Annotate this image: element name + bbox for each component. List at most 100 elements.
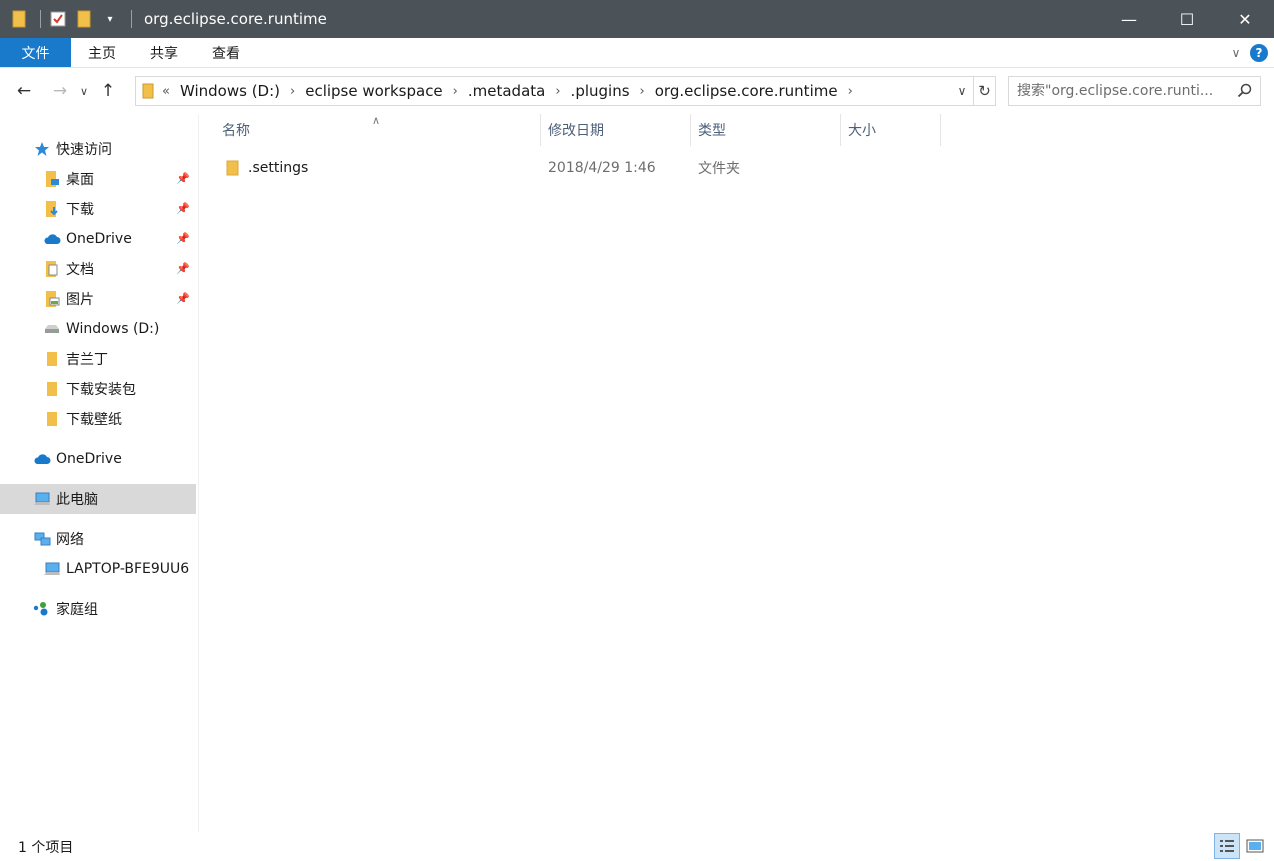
breadcrumb-overflow[interactable]: «	[160, 84, 176, 99]
window-controls: — ☐ ✕	[1100, 0, 1274, 38]
sidebar-item-pictures[interactable]: 图片 📌	[0, 284, 196, 314]
maximize-button[interactable]: ☐	[1158, 0, 1216, 38]
sidebar-item-label: OneDrive	[66, 231, 132, 247]
tab-file[interactable]: 文件	[0, 38, 71, 67]
breadcrumb-item[interactable]: org.eclipse.core.runtime	[651, 82, 842, 100]
breadcrumb-item[interactable]: eclipse workspace	[301, 82, 446, 100]
computer-icon	[32, 489, 52, 509]
properties-icon[interactable]	[47, 8, 69, 30]
help-button[interactable]: ?	[1250, 44, 1268, 62]
file-list: ∧ 名称 修改日期 类型 大小 .settings 2018/4/29 1:46…	[200, 114, 1274, 832]
sidebar-item-this-pc[interactable]: 此电脑	[0, 484, 196, 514]
downloads-folder-icon	[42, 199, 62, 219]
expand-ribbon-chevron-icon[interactable]: ∨	[1222, 46, 1250, 60]
sidebar-item-folder[interactable]: 下载安装包	[0, 374, 196, 404]
sidebar-item-label: 桌面	[66, 172, 94, 188]
drive-icon	[42, 319, 62, 339]
breadcrumb: « Windows (D:) › eclipse workspace › .me…	[136, 77, 951, 105]
folder-icon	[42, 379, 62, 399]
forward-button[interactable]: →	[46, 76, 74, 106]
customize-toolbar-dropdown-icon[interactable]: ▾	[99, 8, 121, 30]
sidebar-item-label: LAPTOP-BFE9UU6	[66, 561, 190, 577]
file-name[interactable]: .settings	[248, 154, 308, 182]
homegroup-icon	[32, 599, 52, 619]
minimize-button[interactable]: —	[1100, 0, 1158, 38]
sidebar-item-homegroup[interactable]: 家庭组	[0, 594, 196, 624]
star-icon	[32, 139, 52, 159]
sidebar-item-network[interactable]: 网络	[0, 524, 196, 554]
navigation-pane: 快速访问 桌面 📌 下载 📌 OneDrive 📌 文档 📌 图片 📌 Wind…	[0, 114, 199, 832]
desktop-folder-icon	[42, 169, 62, 189]
sidebar-item-network-device[interactable]: LAPTOP-BFE9UU6	[0, 554, 196, 584]
file-type: 文件夹	[698, 161, 740, 177]
sidebar-item-label: 此电脑	[56, 492, 98, 508]
breadcrumb-item[interactable]: Windows (D:)	[176, 82, 284, 100]
folder-icon	[8, 8, 30, 30]
column-header-type[interactable]: 类型	[691, 114, 841, 146]
close-button[interactable]: ✕	[1216, 0, 1274, 38]
sidebar-item-desktop[interactable]: 桌面 📌	[0, 164, 196, 194]
column-header-modified[interactable]: 修改日期	[541, 114, 691, 146]
back-button[interactable]: ←	[10, 76, 38, 106]
sidebar-item-drive-d[interactable]: Windows (D:)	[0, 314, 196, 344]
search-icon[interactable]	[1237, 83, 1252, 102]
pin-icon[interactable]: 📌	[176, 172, 190, 185]
folder-icon	[142, 83, 154, 99]
toolbar-divider	[131, 10, 132, 28]
sidebar-item-label: 图片	[66, 292, 94, 308]
sidebar-item-downloads[interactable]: 下载 📌	[0, 194, 196, 224]
status-bar: 1 个项目	[0, 832, 1274, 861]
cloud-icon	[42, 229, 62, 249]
item-count: 1 个项目	[18, 840, 74, 856]
breadcrumb-item[interactable]: .plugins	[567, 82, 634, 100]
sidebar-item-onedrive[interactable]: OneDrive	[0, 444, 196, 474]
sidebar-item-label: Windows (D:)	[66, 321, 160, 337]
search-box[interactable]	[1008, 76, 1261, 106]
chevron-right-icon[interactable]: ›	[549, 84, 566, 99]
tab-view[interactable]: 查看	[195, 38, 257, 67]
documents-folder-icon	[42, 259, 62, 279]
folder-icon	[42, 409, 62, 429]
ribbon-right-controls: ∨ ?	[1222, 38, 1268, 68]
column-header-name[interactable]: 名称	[215, 114, 541, 146]
details-view-button[interactable]	[1214, 833, 1240, 859]
details-view-icon	[1220, 840, 1234, 852]
pictures-folder-icon	[42, 289, 62, 309]
chevron-right-icon[interactable]: ›	[634, 84, 651, 99]
sidebar-item-label: 吉兰丁	[66, 352, 108, 368]
chevron-right-icon[interactable]: ›	[284, 84, 301, 99]
view-switcher	[1212, 833, 1268, 859]
sidebar-item-label: 网络	[56, 532, 84, 548]
pin-icon[interactable]: 📌	[176, 262, 190, 275]
window-title: org.eclipse.core.runtime	[144, 10, 327, 28]
address-history-dropdown-icon[interactable]: ∨	[951, 77, 973, 105]
sidebar-item-documents[interactable]: 文档 📌	[0, 254, 196, 284]
large-icons-view-icon	[1246, 839, 1264, 853]
sidebar-item-label: 下载	[66, 202, 94, 218]
table-row[interactable]: .settings 2018/4/29 1:46 文件夹	[220, 154, 940, 182]
sidebar-item-label: 文档	[66, 262, 94, 278]
sidebar-item-quick-access[interactable]: 快速访问	[0, 134, 196, 164]
tab-home[interactable]: 主页	[71, 38, 133, 67]
pin-icon[interactable]: 📌	[176, 292, 190, 305]
chevron-right-icon[interactable]: ›	[447, 84, 464, 99]
sidebar-item-onedrive-pinned[interactable]: OneDrive 📌	[0, 224, 196, 254]
search-input[interactable]	[1017, 83, 1227, 99]
sidebar-item-label: 下载壁纸	[66, 412, 122, 428]
navigation-row: ← → ∨ ↑ « Windows (D:) › eclipse workspa…	[0, 68, 1274, 114]
refresh-icon[interactable]: ↻	[973, 77, 995, 105]
ribbon-tabs: 文件 主页 共享 查看 ∨ ?	[0, 38, 1274, 68]
sidebar-item-folder[interactable]: 下载壁纸	[0, 404, 196, 434]
pin-icon[interactable]: 📌	[176, 232, 190, 245]
large-icons-view-button[interactable]	[1242, 833, 1268, 859]
chevron-right-icon[interactable]: ›	[842, 84, 859, 99]
up-button[interactable]: ↑	[94, 76, 122, 106]
breadcrumb-item[interactable]: .metadata	[464, 82, 549, 100]
tab-share[interactable]: 共享	[133, 38, 195, 67]
address-bar[interactable]: « Windows (D:) › eclipse workspace › .me…	[135, 76, 996, 106]
new-folder-icon[interactable]	[73, 8, 95, 30]
recent-locations-dropdown-icon[interactable]: ∨	[74, 76, 94, 106]
column-header-size[interactable]: 大小	[841, 114, 941, 146]
pin-icon[interactable]: 📌	[176, 202, 190, 215]
sidebar-item-folder[interactable]: 吉兰丁	[0, 344, 196, 374]
